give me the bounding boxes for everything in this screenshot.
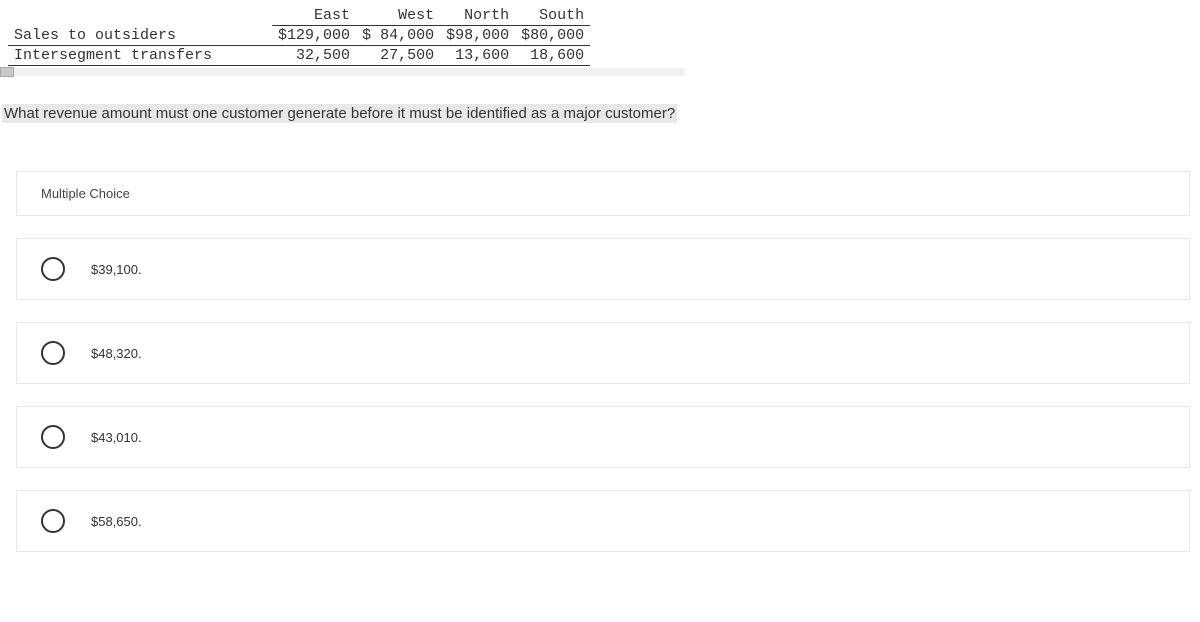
horizontal-scrollbar[interactable] bbox=[0, 68, 685, 76]
radio-icon bbox=[41, 341, 65, 365]
col-header-empty bbox=[8, 6, 272, 26]
cell-value: $80,000 bbox=[515, 26, 590, 46]
row-label: Intersegment transfers bbox=[8, 46, 272, 66]
col-header-north: North bbox=[440, 6, 515, 26]
cell-value: $ 84,000 bbox=[356, 26, 440, 46]
option-label: $43,010. bbox=[91, 430, 142, 445]
option-3[interactable]: $43,010. bbox=[16, 406, 1190, 468]
col-header-west: West bbox=[356, 6, 440, 26]
col-header-south: South bbox=[515, 6, 590, 26]
option-4[interactable]: $58,650. bbox=[16, 490, 1190, 552]
radio-icon bbox=[41, 425, 65, 449]
cell-value: 18,600 bbox=[515, 46, 590, 66]
option-label: $58,650. bbox=[91, 514, 142, 529]
cell-value: 32,500 bbox=[272, 46, 356, 66]
segment-data-table: East West North South Sales to outsiders… bbox=[8, 6, 590, 66]
question-text: What revenue amount must one customer ge… bbox=[2, 104, 677, 123]
cell-value: $129,000 bbox=[272, 26, 356, 46]
scrollbar-thumb[interactable] bbox=[0, 67, 14, 77]
option-2[interactable]: $48,320. bbox=[16, 322, 1190, 384]
cell-value: 27,500 bbox=[356, 46, 440, 66]
table-row: Intersegment transfers 32,500 27,500 13,… bbox=[8, 46, 590, 66]
table-row: Sales to outsiders $129,000 $ 84,000 $98… bbox=[8, 26, 590, 46]
cell-value: $98,000 bbox=[440, 26, 515, 46]
option-label: $48,320. bbox=[91, 346, 142, 361]
radio-icon bbox=[41, 509, 65, 533]
option-1[interactable]: $39,100. bbox=[16, 238, 1190, 300]
option-label: $39,100. bbox=[91, 262, 142, 277]
multiple-choice-container: Multiple Choice $39,100. $48,320. $43,01… bbox=[16, 171, 1190, 552]
cell-value: 13,600 bbox=[440, 46, 515, 66]
mc-header: Multiple Choice bbox=[16, 171, 1190, 216]
radio-icon bbox=[41, 257, 65, 281]
col-header-east: East bbox=[272, 6, 356, 26]
row-label: Sales to outsiders bbox=[8, 26, 272, 46]
